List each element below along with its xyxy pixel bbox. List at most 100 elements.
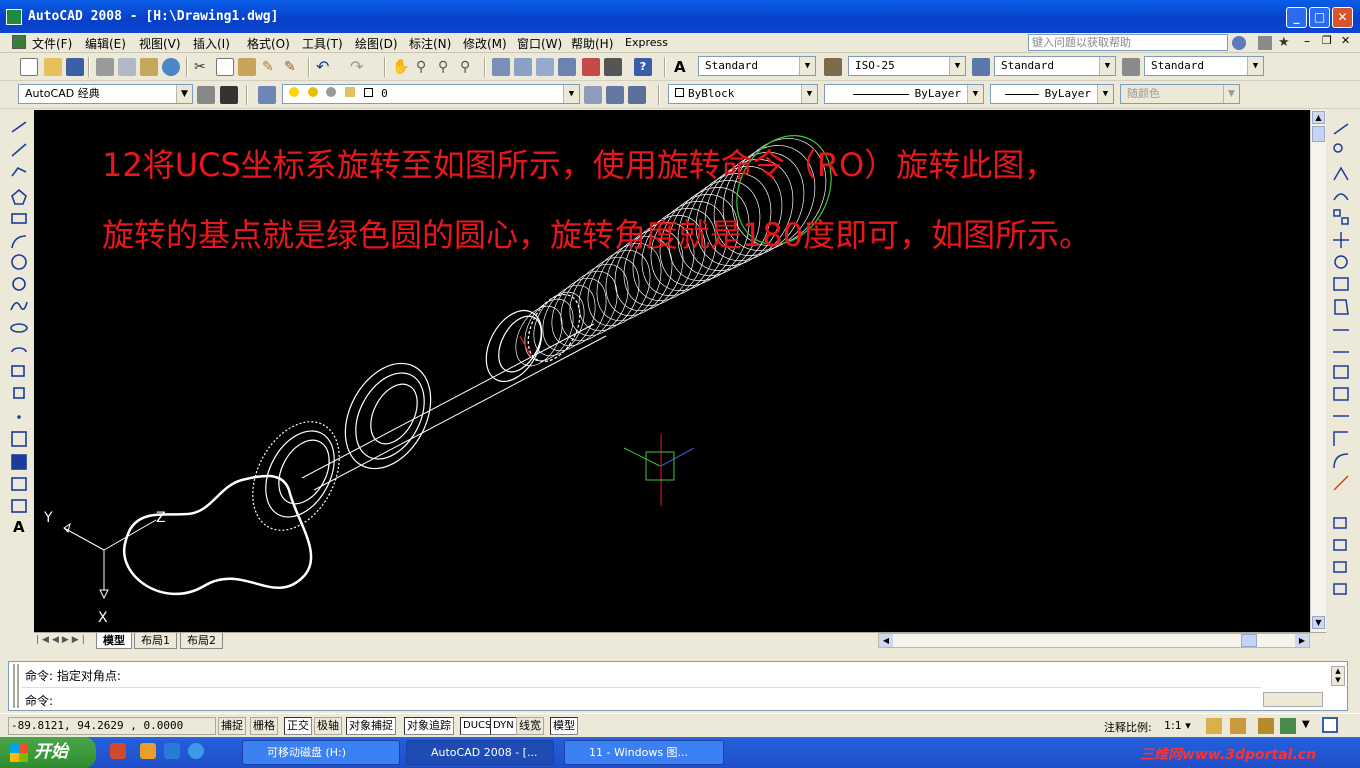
doc-close-button[interactable]: ✕	[1341, 34, 1350, 47]
text-style-icon[interactable]: A	[674, 58, 692, 76]
copy-icon[interactable]	[216, 58, 234, 76]
bring-above-icon[interactable]	[1333, 583, 1347, 595]
document-icon[interactable]	[12, 35, 26, 49]
layer-select[interactable]: 0 ▼	[282, 84, 580, 104]
stretch-icon[interactable]	[1334, 299, 1349, 315]
mleader-style-icon[interactable]	[1122, 58, 1140, 76]
menu-tools[interactable]: 工具(T)	[302, 35, 343, 52]
ellipse-icon[interactable]	[10, 323, 28, 333]
lineweight-select[interactable]: ByLayer ▼	[990, 84, 1114, 104]
tab-nav-arrows[interactable]: |◀◀▶▶|	[36, 635, 88, 645]
save-icon[interactable]	[66, 58, 84, 76]
quicklaunch-icon-2[interactable]	[140, 743, 156, 759]
scroll-down-button[interactable]: ▼	[1312, 616, 1325, 629]
mirror-icon[interactable]	[1333, 166, 1349, 181]
close-button[interactable]: ✕	[1332, 7, 1353, 28]
polygon-icon[interactable]	[11, 188, 27, 205]
erase-icon[interactable]	[1333, 123, 1349, 135]
explode-icon[interactable]	[1333, 475, 1349, 491]
tab-model[interactable]: 模型	[96, 633, 132, 649]
vertical-scrollbar[interactable]: ▲ ▼	[1310, 110, 1326, 632]
circle-icon[interactable]	[11, 254, 27, 270]
paste-icon[interactable]	[238, 58, 256, 76]
scroll-left-button[interactable]: ◀	[879, 634, 893, 647]
task-autocad[interactable]: AutoCAD 2008 - [...	[406, 740, 554, 765]
menu-file[interactable]: 文件(F)	[32, 35, 72, 52]
line-icon[interactable]	[11, 121, 27, 133]
tab-layout1[interactable]: 布局1	[134, 633, 177, 649]
menu-dimension[interactable]: 标注(N)	[409, 35, 451, 52]
ortho-toggle[interactable]: 正交	[284, 717, 312, 735]
new-icon[interactable]	[20, 58, 38, 76]
zoom-realtime-icon[interactable]: ⚲	[416, 58, 434, 76]
dyn-toggle[interactable]: DYN	[490, 717, 517, 735]
cut-icon[interactable]: ✂	[194, 58, 212, 76]
break-icon[interactable]	[1333, 387, 1349, 401]
menu-format[interactable]: 格式(O)	[247, 35, 290, 52]
help-icon[interactable]: ?	[634, 58, 652, 76]
open-icon[interactable]	[44, 58, 62, 76]
construction-line-icon[interactable]	[11, 143, 27, 157]
workspace-select[interactable]: AutoCAD 经典 ▼	[18, 84, 193, 104]
dim-style-icon[interactable]	[824, 58, 842, 76]
command-scrollbar[interactable]: ▲ ▼	[1331, 666, 1345, 686]
model-toggle[interactable]: 模型	[550, 717, 578, 735]
communication-center-icon[interactable]	[1258, 36, 1272, 50]
layer-on-icon[interactable]	[289, 87, 299, 97]
task-removable-disk[interactable]: 可移动磁盘 (H:)	[242, 740, 400, 765]
workspace-settings-icon[interactable]	[197, 86, 215, 104]
table-icon[interactable]	[11, 499, 27, 513]
favorites-star-icon[interactable]: ★	[1278, 36, 1292, 50]
sheet-set-icon[interactable]	[558, 58, 576, 76]
clean-screen-icon[interactable]	[1322, 717, 1338, 733]
menu-view[interactable]: 视图(V)	[139, 35, 181, 52]
gradient-icon[interactable]	[11, 454, 27, 470]
horizontal-scroll-thumb[interactable]	[1241, 634, 1257, 647]
block-editor-icon[interactable]: ✎	[284, 58, 302, 76]
match-properties-icon[interactable]: ✎	[262, 58, 280, 76]
3d-dwf-icon[interactable]	[162, 58, 180, 76]
anno-visibility-icon[interactable]	[1206, 718, 1222, 734]
redo-icon[interactable]: ↷	[350, 58, 368, 76]
menu-edit[interactable]: 编辑(E)	[85, 35, 126, 52]
layer-previous-icon[interactable]	[606, 86, 624, 104]
scroll-up-button[interactable]: ▲	[1312, 111, 1325, 124]
quicklaunch-icon-3[interactable]	[164, 743, 180, 759]
region-icon[interactable]	[11, 477, 27, 491]
status-tray-icon[interactable]	[1280, 718, 1296, 734]
revcloud-icon[interactable]	[12, 277, 26, 291]
mleader-style-select[interactable]: Standard ▼	[1144, 56, 1264, 76]
menu-insert[interactable]: 插入(I)	[193, 35, 230, 52]
draw-order-icon[interactable]	[1333, 517, 1347, 529]
autocad-app-icon[interactable]	[6, 9, 22, 25]
insert-block-icon[interactable]	[11, 365, 25, 377]
properties-icon[interactable]	[492, 58, 510, 76]
dim-style-select[interactable]: ISO-25 ▼	[848, 56, 966, 76]
undo-icon[interactable]: ↶	[316, 58, 334, 76]
task-image-viewer[interactable]: 11 - Windows 图...	[564, 740, 724, 765]
zoom-previous-icon[interactable]: ⚲	[460, 58, 478, 76]
fillet-icon[interactable]	[1333, 453, 1349, 469]
menu-help[interactable]: 帮助(H)	[571, 35, 613, 52]
command-prompt[interactable]: 命令:	[25, 692, 53, 709]
scroll-right-button[interactable]: ▶	[1295, 634, 1309, 647]
my-workspace-icon[interactable]	[220, 86, 238, 104]
point-icon[interactable]	[17, 415, 21, 419]
plot-icon[interactable]	[96, 58, 114, 76]
rectangle-icon[interactable]	[11, 213, 27, 224]
pan-icon[interactable]: ✋	[392, 58, 410, 76]
break-at-point-icon[interactable]	[1333, 365, 1349, 379]
array-icon[interactable]	[1333, 209, 1341, 217]
osnap-toggle[interactable]: 对象捕捉	[346, 717, 396, 735]
zoom-window-icon[interactable]: ⚲	[438, 58, 456, 76]
spline-icon[interactable]	[10, 301, 28, 311]
menu-window[interactable]: 窗口(W)	[517, 35, 562, 52]
make-current-layer-icon[interactable]	[584, 86, 602, 104]
menu-modify[interactable]: 修改(M)	[463, 35, 507, 52]
chamfer-icon[interactable]	[1333, 431, 1348, 446]
status-menu-arrow-icon[interactable]: ▼	[1302, 719, 1310, 730]
toolbar-lock-icon[interactable]	[1258, 718, 1274, 734]
linetype-select[interactable]: ByLayer ▼	[824, 84, 984, 104]
title-bar[interactable]: AutoCAD 2008 - [H:\Drawing1.dwg] _ □ ✕	[0, 0, 1360, 33]
polyline-icon[interactable]	[11, 166, 27, 177]
